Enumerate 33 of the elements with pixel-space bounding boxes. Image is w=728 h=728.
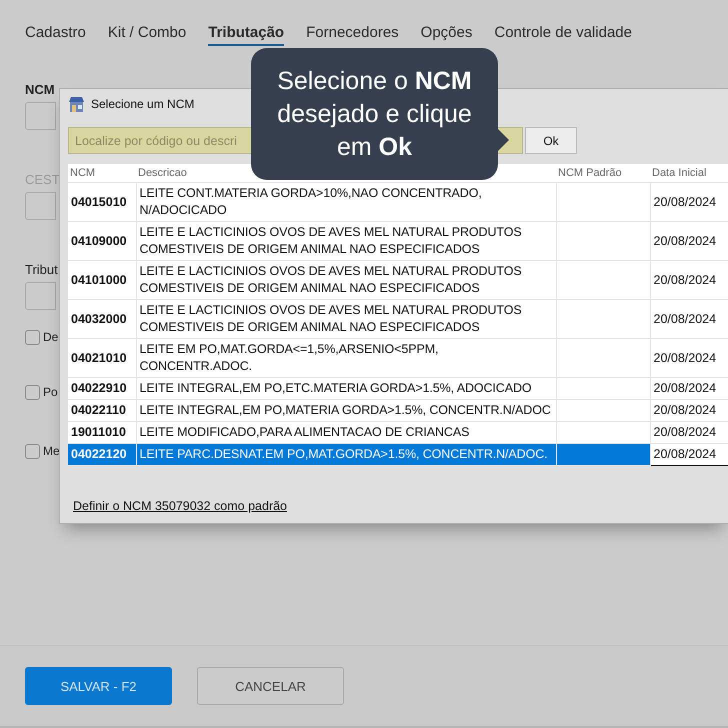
table-row[interactable]: 04015010 LEITE CONT.MATERIA GORDA>10%,NAO CONCENTRADO, N/ADOCICADO 20/08/2024 [68,182,728,222]
checkbox-label: Me [43,444,60,458]
checkbox[interactable] [25,444,40,458]
set-default-link[interactable]: Definir o NCM 35079032 como padrão [73,499,288,513]
tooltip-text: Selecione o NCM desejado e clique em Ok [276,66,473,162]
store-icon [68,96,85,112]
tab[interactable]: Controle de validade [494,24,632,46]
tab[interactable]: Fornecedores [306,24,399,46]
tab[interactable]: Tributação [208,24,284,46]
column-header[interactable]: NCM [68,164,136,182]
dialog-title: Selecione um NCM [91,97,194,111]
checkbox[interactable] [25,330,40,344]
table-row[interactable]: 04021010 LEITE EM PO,MAT.GORDA<=1,5%,ARSENIO<5PPM, CONCENTR.ADOC. 20/08/2024 [68,338,728,378]
input-field[interactable] [25,282,56,310]
table-row[interactable]: 04101000 LEITE E LACTICINIOS OVOS DE AVES MEL NATURAL PRODUTOS COMESTIVEIS DE ORIGEM ANIMAL NAO ESPECIFICADOS 20/08/2024 [68,260,728,300]
tab[interactable]: Kit / Combo [108,24,186,46]
column-header[interactable]: Data Inicial [650,164,728,182]
checkbox[interactable] [25,384,40,400]
field-label: NCM [25,82,55,99]
input-field[interactable] [25,102,56,130]
table-row[interactable]: 04109000 LEITE E LACTICINIOS OVOS DE AVES MEL NATURAL PRODUTOS COMESTIVEIS DE ORIGEM ANIMAL NAO ESPECIFICADOS 20/08/2024 [68,222,728,260]
ok-button[interactable]: Ok [525,127,577,154]
tab[interactable]: Opções [420,24,472,46]
tab[interactable]: Cadastro [25,24,86,46]
table-row[interactable]: 04032000 LEITE E LACTICINIOS OVOS DE AVES MEL NATURAL PRODUTOS COMESTIVEIS DE ORIGEM ANIMAL NAO ESPECIFICADOS 20/08/2024 [68,300,728,338]
column-header[interactable]: NCM Padrão [556,164,650,182]
input-field[interactable] [25,192,56,220]
checkbox-label: Po [43,385,58,399]
table-row[interactable]: 04022910 LEITE INTEGRAL,EM PO,ETC.MATERIA GORDA>1.5%, ADOCICADO 20/08/2024 [68,378,728,400]
table-row[interactable]: 04022110 LEITE INTEGRAL,EM PO,MATERIA GORDA>1.5%, CONCENTR.N/ADOC 20/08/2024 [68,400,728,422]
cancel-button[interactable]: CANCELAR [197,667,344,705]
checkbox-label: De [43,330,58,344]
field-label: Tribut [25,262,58,279]
